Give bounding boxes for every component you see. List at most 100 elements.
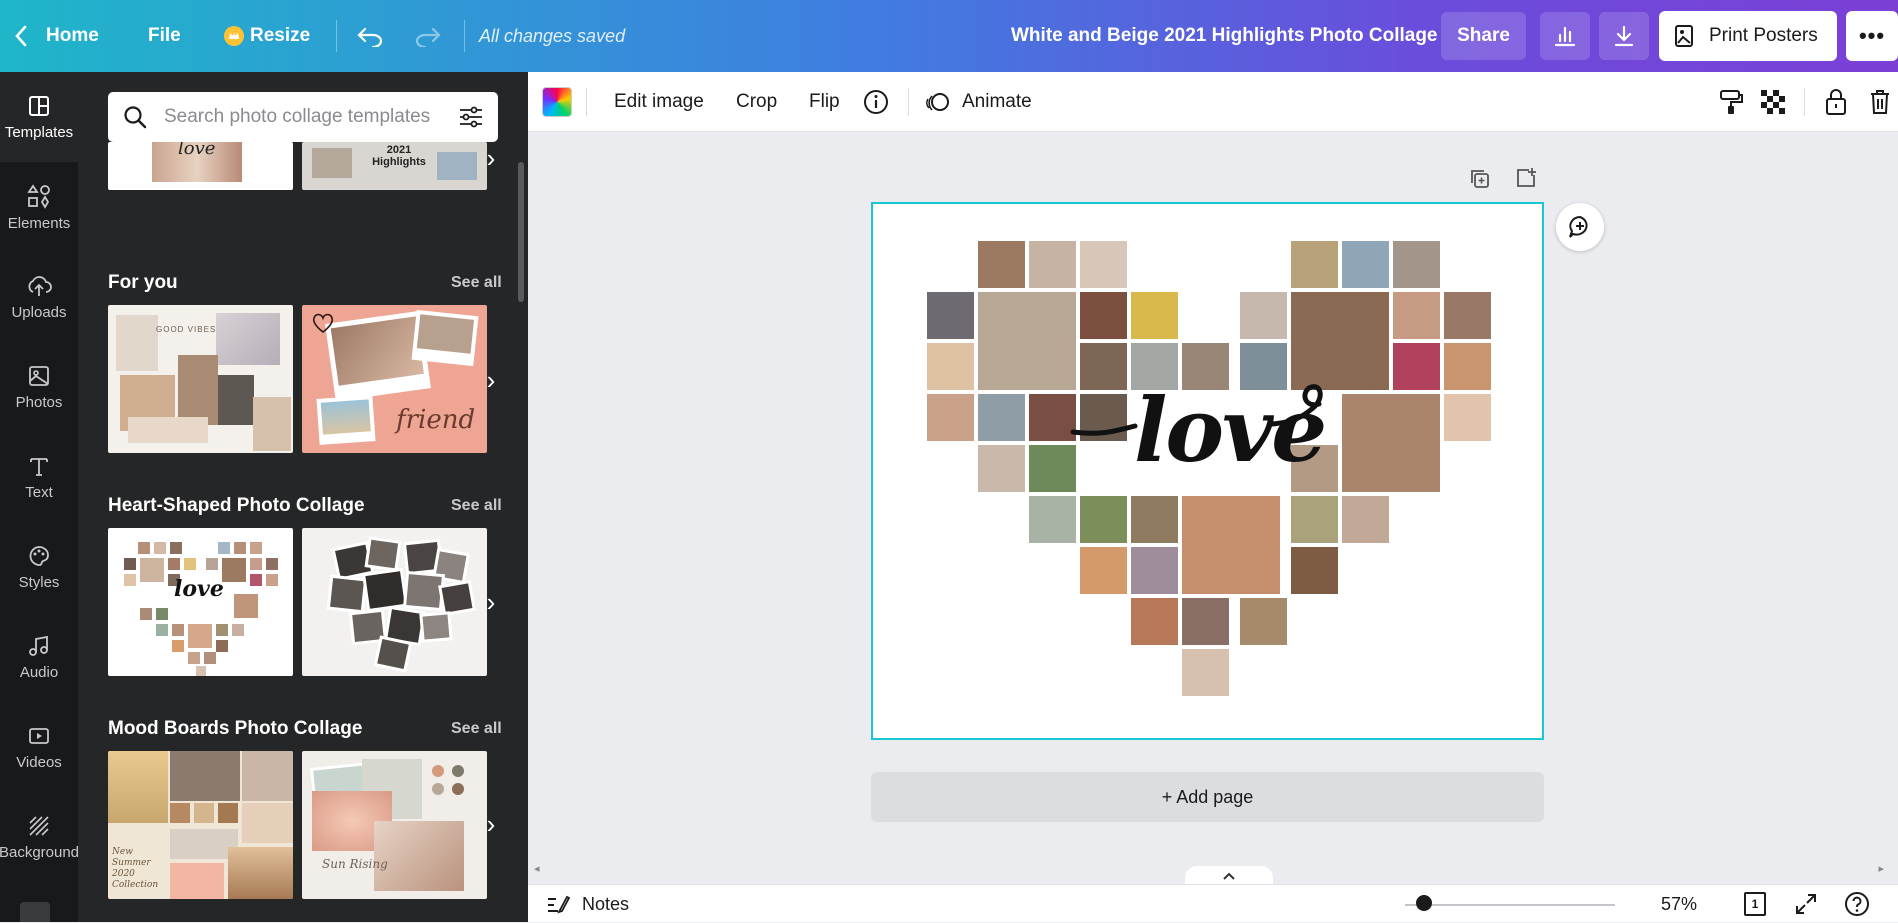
- template-thumbnail[interactable]: love: [108, 142, 293, 190]
- scroll-right-icon[interactable]: ▸: [1878, 862, 1884, 875]
- color-swatch-button[interactable]: [542, 72, 572, 132]
- document-title[interactable]: White and Beige 2021 Highlights Photo Co…: [1011, 0, 1438, 72]
- rail-item-audio[interactable]: Audio: [0, 612, 78, 702]
- divider: [464, 20, 465, 52]
- next-arrow-icon[interactable]: ›: [480, 362, 502, 398]
- divider: [586, 88, 587, 116]
- zoom-level[interactable]: 57%: [1661, 885, 1697, 923]
- template-thumbnail[interactable]: New Summer 2020 Collection: [108, 751, 293, 899]
- copy-style-button[interactable]: [1718, 72, 1744, 132]
- rail-item-templates[interactable]: Templates: [0, 72, 78, 162]
- add-page-icon: [1517, 168, 1536, 187]
- lock-button[interactable]: [1824, 72, 1848, 132]
- template-thumbnail[interactable]: [302, 528, 487, 676]
- rail-item-styles[interactable]: Styles: [0, 522, 78, 612]
- delete-button[interactable]: [1868, 72, 1892, 132]
- template-thumbnail[interactable]: 2021 Highlights: [302, 142, 487, 190]
- next-arrow-icon[interactable]: ›: [480, 140, 502, 176]
- next-arrow-icon[interactable]: ›: [480, 584, 502, 620]
- info-button[interactable]: [862, 72, 890, 132]
- rail-item-uploads[interactable]: Uploads: [0, 252, 78, 342]
- see-all-link[interactable]: See all: [451, 274, 502, 292]
- expand-pages-button[interactable]: [1185, 866, 1273, 886]
- template-thumbnail[interactable]: friend: [302, 305, 487, 453]
- see-all-link[interactable]: See all: [451, 497, 502, 515]
- fullscreen-icon: [1796, 894, 1816, 914]
- redo-button[interactable]: [414, 0, 442, 72]
- help-button[interactable]: [1844, 885, 1870, 923]
- rail-more-item[interactable]: [20, 902, 50, 922]
- edit-image-button[interactable]: Edit image: [614, 72, 704, 132]
- bottom-bar: Notes 57% 1: [528, 884, 1898, 922]
- resize-button[interactable]: Resize: [224, 0, 310, 72]
- search-placeholder: Search photo collage templates: [164, 106, 431, 127]
- notes-label: Notes: [582, 893, 630, 914]
- animate-icon: [926, 93, 949, 111]
- download-icon: [1614, 25, 1634, 47]
- template-thumbnail[interactable]: love: [108, 528, 293, 676]
- rail-label: Videos: [16, 753, 62, 771]
- template-text: Sun Rising: [322, 857, 388, 871]
- panel-scrollbar[interactable]: [518, 162, 524, 302]
- rail-item-videos[interactable]: Videos: [0, 702, 78, 792]
- crown-icon: [224, 26, 244, 46]
- print-posters-label: Print Posters: [1709, 25, 1818, 46]
- paint-roller-icon: [1720, 90, 1743, 114]
- rail-label: Uploads: [11, 303, 67, 321]
- zoom-slider-handle[interactable]: [1416, 895, 1432, 911]
- transparency-icon: [1761, 90, 1785, 114]
- divider: [908, 88, 909, 116]
- see-all-link[interactable]: See all: [451, 720, 502, 738]
- template-thumbnail[interactable]: Sun Rising: [302, 751, 487, 899]
- add-comment-button[interactable]: [1556, 203, 1604, 251]
- rail-item-elements[interactable]: Elements: [0, 162, 78, 252]
- insights-button[interactable]: [1540, 12, 1590, 60]
- add-page-icon-button[interactable]: [1515, 167, 1537, 194]
- page-grid-button[interactable]: 1: [1744, 885, 1766, 923]
- search-box[interactable]: Search photo collage templates: [108, 92, 498, 142]
- animate-button[interactable]: Animate: [924, 72, 1032, 132]
- scroll-left-icon[interactable]: ◂: [534, 862, 540, 875]
- share-button[interactable]: Share: [1441, 12, 1526, 60]
- uploads-icon: [28, 275, 52, 296]
- rail-label: Background: [0, 843, 80, 861]
- template-thumbnail[interactable]: GOOD VIBES: [108, 305, 293, 453]
- duplicate-page-button[interactable]: [1469, 168, 1491, 195]
- comment-plus-icon: [1569, 215, 1588, 238]
- print-posters-button[interactable]: Print Posters: [1659, 11, 1837, 61]
- notes-icon: [548, 895, 570, 914]
- chevron-up-icon: [1223, 872, 1235, 880]
- file-menu-button[interactable]: File: [148, 0, 181, 72]
- audio-icon: [29, 635, 48, 656]
- love-script-text[interactable]: love: [1134, 378, 1327, 482]
- polaroid-heart-preview: [326, 536, 476, 673]
- filter-icon[interactable]: [458, 105, 484, 129]
- home-button[interactable]: Home: [14, 0, 99, 72]
- template-text: love: [174, 576, 224, 602]
- rail-item-text[interactable]: Text: [0, 432, 78, 522]
- flip-button[interactable]: Flip: [809, 72, 840, 132]
- color-picker-icon: [542, 87, 572, 117]
- template-text: New Summer 2020 Collection: [112, 847, 159, 890]
- fullscreen-button[interactable]: [1794, 885, 1818, 923]
- rail-item-photos[interactable]: Photos: [0, 342, 78, 432]
- background-icon: [29, 815, 49, 836]
- undo-button[interactable]: [356, 0, 384, 72]
- search-icon: [124, 106, 147, 129]
- rail-label: Templates: [4, 123, 74, 141]
- transparency-button[interactable]: [1760, 72, 1786, 132]
- next-arrow-icon[interactable]: ›: [480, 806, 502, 842]
- styles-icon: [29, 545, 49, 566]
- help-icon: [1845, 892, 1869, 916]
- crop-button[interactable]: Crop: [736, 72, 777, 132]
- notes-button[interactable]: Notes: [546, 885, 629, 923]
- info-icon: [864, 90, 888, 114]
- chevron-left-icon: [15, 25, 27, 47]
- pages-icon: 1: [1744, 892, 1766, 916]
- add-page-button[interactable]: + Add page: [871, 772, 1544, 822]
- rail-item-background[interactable]: Background: [0, 792, 80, 882]
- more-options-button[interactable]: •••: [1846, 11, 1898, 61]
- download-button[interactable]: [1599, 12, 1649, 60]
- zoom-slider-track[interactable]: [1405, 904, 1615, 906]
- section-title-mood-boards: Mood Boards Photo Collage: [108, 718, 363, 739]
